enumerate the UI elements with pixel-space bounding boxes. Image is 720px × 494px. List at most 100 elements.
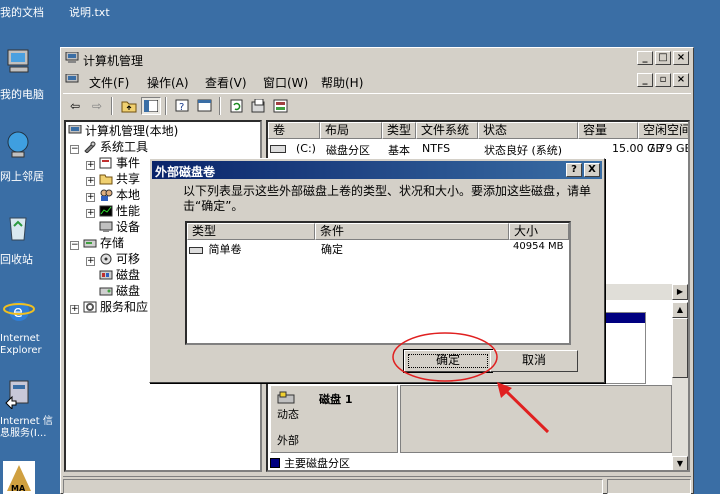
column-header[interactable]: 状态	[478, 122, 578, 139]
menu-help[interactable]: 帮助(H)	[321, 74, 363, 91]
vertical-scrollbar[interactable]: ▲ ▼	[672, 302, 688, 470]
list-item[interactable]: 简单卷 确定 40954 MB	[189, 241, 569, 256]
tree-item-storage[interactable]: − 存储	[70, 235, 124, 251]
child-minimize-button[interactable]: _	[637, 73, 653, 87]
services-icon	[83, 301, 97, 313]
tools-icon	[83, 141, 97, 154]
external-disk-volumes-dialog: 外部磁盘卷 ? X 以下列表显示这些外部磁盘上卷的类型、状况和大小。要添加这些磁…	[149, 158, 605, 383]
disk-properties-icon[interactable]	[271, 97, 291, 115]
back-arrow-icon[interactable]: ⇦	[65, 97, 85, 115]
column-header-size[interactable]: 大小	[509, 223, 569, 240]
help-button[interactable]: ?	[566, 163, 582, 177]
export-list-icon[interactable]	[249, 97, 269, 115]
device-manager-icon	[99, 221, 113, 233]
legend-swatch	[270, 458, 280, 468]
menu-window[interactable]: 窗口(W)	[263, 74, 308, 91]
defrag-icon	[99, 269, 113, 281]
column-header[interactable]: 卷	[268, 122, 320, 139]
dialog-titlebar[interactable]: 外部磁盘卷 ? X	[152, 161, 602, 179]
dialog-title: 外部磁盘卷	[155, 165, 216, 179]
column-header[interactable]: 布局	[320, 122, 382, 139]
tree-item-computer-management[interactable]: 计算机管理(本地)	[68, 123, 178, 139]
child-restore-button[interactable]: ▫	[655, 73, 671, 87]
partition-block[interactable]	[604, 312, 646, 384]
iis-icon[interactable]	[4, 377, 36, 411]
recycle-bin-icon[interactable]	[2, 212, 34, 244]
collapse-icon[interactable]: −	[70, 241, 79, 250]
expand-icon[interactable]: +	[86, 193, 95, 202]
menu-action[interactable]: 操作(A)	[147, 74, 189, 91]
disk-location: 外部	[277, 434, 299, 447]
column-header[interactable]: 类型	[382, 122, 416, 139]
close-button[interactable]: ×	[673, 51, 689, 65]
tree-item-event-viewer[interactable]: + 事件	[86, 155, 140, 171]
scroll-down-icon[interactable]: ▼	[672, 456, 688, 470]
help-icon[interactable]: ?	[173, 97, 193, 115]
focus-ring	[408, 354, 488, 368]
desktop-item-readme[interactable]: 说明.txt	[69, 4, 110, 20]
volume-row[interactable]: (C:) 磁盘分区 基本 NTFS 状态良好 (系统) 15.00 GB 7.7…	[270, 142, 688, 157]
disk-info-block[interactable]: 磁盘 1 动态 外部	[270, 385, 398, 453]
tree-item-disk-defragmenter[interactable]: 磁盘	[99, 267, 140, 283]
desktop-label-iis: Internet 信息服务(I...	[0, 416, 53, 439]
desktop-label-network: 网上邻居	[0, 170, 44, 183]
storage-icon	[83, 237, 97, 249]
volume-list[interactable]: 类型 条件 大小 简单卷 确定 40954 MB	[185, 221, 571, 345]
child-close-button[interactable]: ×	[673, 73, 689, 87]
performance-icon	[99, 205, 113, 217]
column-header[interactable]: 空闲空间	[638, 122, 688, 139]
expand-icon[interactable]: +	[86, 209, 95, 218]
expand-icon[interactable]: +	[70, 305, 79, 314]
expand-icon[interactable]: +	[86, 257, 95, 266]
ok-button[interactable]: 确定	[403, 349, 493, 373]
tree-item-shared-folders[interactable]: + 共享	[86, 171, 140, 187]
tree-item-disk-management[interactable]: 磁盘	[99, 283, 140, 299]
forward-arrow-icon[interactable]: ⇨	[87, 97, 107, 115]
refresh-icon[interactable]	[227, 97, 247, 115]
status-bar	[63, 476, 691, 494]
tree-item-device-manager[interactable]: 设备	[99, 219, 140, 235]
menu-file[interactable]: 文件(F)	[89, 74, 129, 91]
scroll-thumb[interactable]	[672, 318, 688, 378]
toolbar-separator	[165, 97, 167, 115]
window-titlebar[interactable]: 计算机管理 _ □ ×	[63, 50, 691, 68]
scroll-up-icon[interactable]: ▲	[672, 302, 688, 318]
tree-item-services-apps[interactable]: + 服务和应	[70, 299, 148, 315]
desktop-label-recycle-bin: 回收站	[0, 253, 33, 266]
event-viewer-icon	[99, 157, 113, 169]
dialog-close-button[interactable]: X	[584, 163, 600, 177]
expand-icon[interactable]: +	[86, 161, 95, 170]
disk-name: 磁盘 1	[319, 393, 353, 406]
toolbar: ⇦ ⇨ ?	[63, 93, 691, 117]
column-header[interactable]: 容量	[578, 122, 638, 139]
computer-icon	[68, 124, 82, 137]
users-icon	[99, 189, 113, 201]
column-header[interactable]: 文件系统	[416, 122, 478, 139]
cancel-button[interactable]: 取消	[490, 350, 578, 372]
maximize-button[interactable]: □	[655, 51, 671, 65]
status-panel	[63, 479, 603, 494]
desktop-item-my-documents[interactable]: 我的文档	[0, 4, 44, 20]
tree-item-removable-storage[interactable]: + 可移	[86, 251, 140, 267]
tree-item-system-tools[interactable]: − 系统工具	[70, 139, 148, 155]
tree-item-local-users[interactable]: + 本地	[86, 187, 140, 203]
tree-item-performance[interactable]: + 性能	[86, 203, 140, 219]
dialog-description: 以下列表显示这些外部磁盘上卷的类型、状况和大小。要添加这些磁盘，请单击“确定”。	[183, 184, 592, 213]
show-tree-icon[interactable]	[141, 97, 161, 115]
up-folder-icon[interactable]	[119, 97, 139, 115]
expand-icon[interactable]: +	[86, 177, 95, 186]
computer-icon[interactable]	[2, 46, 34, 78]
app-icon[interactable]: MA	[3, 461, 35, 494]
menu-view[interactable]: 查看(V)	[205, 74, 247, 91]
properties-icon[interactable]	[195, 97, 215, 115]
ie-icon[interactable]: e	[3, 294, 35, 326]
minimize-button[interactable]: _	[637, 51, 653, 65]
column-header-type[interactable]: 类型	[187, 223, 315, 240]
collapse-icon[interactable]: −	[70, 145, 79, 154]
scroll-right-icon[interactable]: ▶	[672, 284, 688, 300]
network-icon[interactable]	[2, 128, 34, 160]
menu-bar: 文件(F) 操作(A) 查看(V) 窗口(W) 帮助(H) _ ▫ ×	[63, 71, 691, 91]
column-header-condition[interactable]: 条件	[315, 223, 509, 240]
disk-management-icon	[99, 285, 113, 297]
disk-partition-area[interactable]	[400, 385, 672, 453]
